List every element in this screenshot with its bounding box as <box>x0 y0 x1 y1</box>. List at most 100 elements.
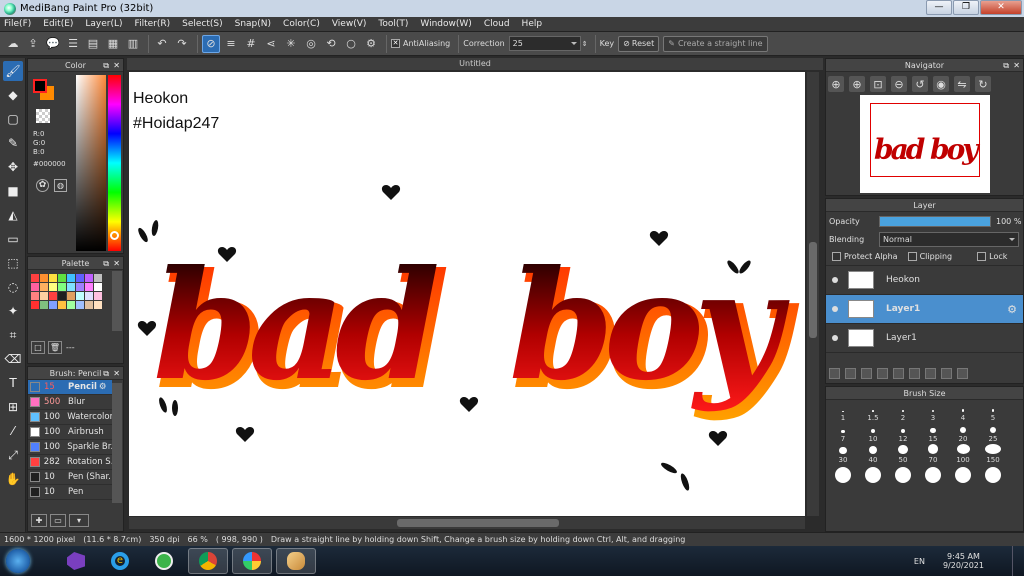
parallel-snap-icon[interactable]: ≡ <box>222 35 240 53</box>
transparent-color-swatch[interactable] <box>36 109 50 123</box>
palette-swatch[interactable] <box>93 273 102 282</box>
brush-size-option[interactable]: 1 <box>828 402 858 422</box>
blending-select[interactable]: Normal <box>879 231 1019 247</box>
palette-swatch[interactable] <box>30 300 39 309</box>
cloud-icon[interactable]: ☁ <box>4 35 22 53</box>
language-indicator[interactable]: EN <box>914 557 925 566</box>
menu-window[interactable]: Window(W) <box>420 19 471 29</box>
curve-snap-icon[interactable]: ⟲ <box>322 35 340 53</box>
palette-scrollbar[interactable] <box>112 271 122 331</box>
minimize-button[interactable]: — <box>926 0 952 15</box>
brush-list-item[interactable]: 15 Pencil ⚙ <box>28 380 112 395</box>
brush-size-option[interactable]: 3 <box>918 402 948 422</box>
palette-swatch[interactable] <box>66 273 75 282</box>
zoom-out-icon[interactable]: ⊖ <box>891 76 907 92</box>
brush-list-item[interactable]: 10 Pen (Shar. <box>28 470 112 485</box>
layer-row[interactable]: Layer1 ⚙ <box>826 295 1023 324</box>
palette-swatch[interactable] <box>84 300 93 309</box>
undock-icon[interactable]: ⧉ <box>103 59 109 72</box>
palette-swatch[interactable] <box>66 282 75 291</box>
trash-icon[interactable]: 🗑 <box>48 341 62 354</box>
gradient-tool-icon[interactable]: ▭ <box>3 229 23 249</box>
brush-size-option[interactable]: 25 <box>978 423 1008 443</box>
protect-alpha-checkbox[interactable] <box>832 252 841 261</box>
clock-date[interactable]: 9/20/2021 <box>943 561 984 570</box>
palette-swatch[interactable] <box>30 291 39 300</box>
close-icon[interactable]: ✕ <box>113 59 120 72</box>
bucket-tool-icon[interactable]: ◭ <box>3 205 23 225</box>
primary-color-swatch[interactable] <box>33 79 47 93</box>
comment-icon[interactable]: 💬 <box>44 35 62 53</box>
halftone-layer-icon[interactable] <box>877 368 888 379</box>
undock-icon[interactable]: ⧉ <box>103 367 109 380</box>
menu-help[interactable]: Help <box>522 19 543 29</box>
correction-select[interactable]: 25 <box>508 36 581 51</box>
close-icon[interactable]: ✕ <box>1013 59 1020 72</box>
palette-swatch[interactable] <box>30 282 39 291</box>
show-desktop-button[interactable] <box>1012 546 1024 576</box>
list-icon[interactable]: ☰ <box>64 35 82 53</box>
brush-tool-icon[interactable]: 🖌 <box>3 61 23 81</box>
brush-size-option[interactable]: 7 <box>828 423 858 443</box>
palette-swatch[interactable] <box>39 300 48 309</box>
clipping-checkbox[interactable] <box>907 252 917 261</box>
palette-swatch[interactable] <box>57 282 66 291</box>
share-icon[interactable]: ⇪ <box>24 35 42 53</box>
gear-icon[interactable]: ⚙ <box>99 382 107 392</box>
palette-swatch[interactable] <box>75 300 84 309</box>
menu-select[interactable]: Select(S) <box>182 19 223 29</box>
color-mode-button[interactable]: ✿ <box>36 179 49 192</box>
close-icon[interactable]: ✕ <box>113 257 120 270</box>
brush-size-option[interactable]: 40 <box>858 444 888 464</box>
zoom-in-icon[interactable]: ⊕ <box>828 76 844 92</box>
navigator-preview[interactable]: bad boy <box>860 95 990 193</box>
snap-off-icon[interactable]: ⊘ <box>202 34 220 53</box>
chrome-icon[interactable] <box>188 548 228 574</box>
folder-icon[interactable] <box>893 368 904 379</box>
grid-icon[interactable]: ▦ <box>104 35 122 53</box>
menu-tool[interactable]: Tool(T) <box>378 19 408 29</box>
dot-tool-icon[interactable]: ✎ <box>3 133 23 153</box>
brush-size-option[interactable]: 10 <box>858 423 888 443</box>
gear-icon[interactable]: ⚙ <box>1007 303 1017 316</box>
palette-swatch[interactable] <box>39 273 48 282</box>
hand-tool-icon[interactable]: ✋ <box>3 469 23 489</box>
brush-list-item[interactable]: 100 Airbrush <box>28 425 112 440</box>
palette-swatch[interactable] <box>93 300 102 309</box>
brush-list-item[interactable]: 282 Rotation S. <box>28 455 112 470</box>
visibility-icon[interactable] <box>832 306 838 312</box>
circle-snap-icon[interactable]: ◎ <box>302 35 320 53</box>
vertical-scrollbar[interactable] <box>807 72 819 516</box>
straight-line-button[interactable]: ✎ Create a straight line <box>663 35 768 52</box>
drawing-canvas[interactable]: Heokon #Hoidap247 bad bad boy boy <box>129 72 805 516</box>
select-pen-tool-icon[interactable]: ⌗ <box>3 325 23 345</box>
brush-size-option[interactable] <box>858 465 888 485</box>
brush-list-item[interactable]: 100 Watercolor <box>28 410 112 425</box>
saturation-value-field[interactable] <box>76 75 106 251</box>
close-icon[interactable]: ✕ <box>113 367 120 380</box>
palette-swatch[interactable] <box>84 291 93 300</box>
palette-swatch[interactable] <box>75 291 84 300</box>
brush-size-option[interactable] <box>918 465 948 485</box>
rotate-right-icon[interactable]: ↻ <box>975 76 991 92</box>
brush-size-option[interactable] <box>978 465 1008 485</box>
correction-stepper[interactable]: ⇕ <box>581 35 589 53</box>
brush-menu-icon[interactable]: ▾ <box>69 514 89 527</box>
move-tool-icon[interactable]: ✥ <box>3 157 23 177</box>
palette-swatch[interactable] <box>93 291 102 300</box>
clock-time[interactable]: 9:45 AM <box>947 552 980 561</box>
lasso-tool-icon[interactable]: ◌ <box>3 277 23 297</box>
hue-slider-handle[interactable] <box>110 231 119 240</box>
brush-list-item[interactable]: 10 Pen <box>28 485 112 500</box>
zoom-in-alt-icon[interactable]: ⊕ <box>849 76 865 92</box>
palette-swatch[interactable] <box>48 282 57 291</box>
vanishing-snap-icon[interactable]: ⋖ <box>262 35 280 53</box>
paint-taskbar-icon[interactable] <box>276 548 316 574</box>
brush-size-option[interactable]: 5 <box>978 402 1008 422</box>
palette-swatch[interactable] <box>75 273 84 282</box>
close-button[interactable]: ✕ <box>980 0 1022 15</box>
palette-swatch[interactable] <box>57 273 66 282</box>
ring-snap-icon[interactable]: ○ <box>342 35 360 53</box>
antialiasing-checkbox[interactable]: ✕ <box>391 39 400 48</box>
select-eraser-tool-icon[interactable]: ⌫ <box>3 349 23 369</box>
